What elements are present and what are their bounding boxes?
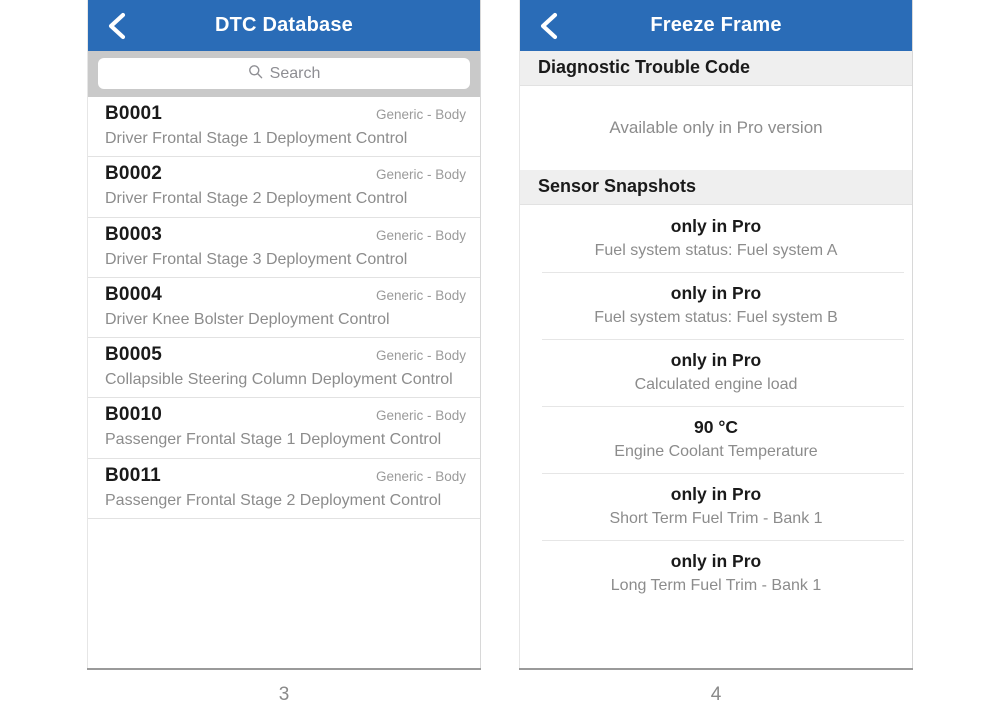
list-item[interactable]: only in Pro Fuel system status: Fuel sys… (520, 205, 912, 272)
search-icon (248, 64, 263, 84)
sensor-value: only in Pro (670, 484, 762, 504)
sensor-value: only in Pro (670, 350, 762, 370)
dtc-row-header: B0001 Generic - Body (105, 103, 466, 125)
dtc-description: Driver Frontal Stage 1 Deployment Contro… (105, 130, 408, 147)
dtc-row-header: B0004 Generic - Body (105, 284, 466, 306)
freeze-frame-navbar: Freeze Frame (520, 0, 912, 51)
sensor-label: Fuel system status: Fuel system A (594, 242, 838, 259)
dtc-description: Driver Frontal Stage 3 Deployment Contro… (105, 250, 408, 268)
list-item[interactable]: 90 °C Engine Coolant Temperature (520, 406, 912, 473)
sensor-value: 90 °C (694, 417, 738, 437)
table-row[interactable]: B0011 Generic - Body Passenger Frontal S… (88, 459, 480, 519)
sensor-label: Calculated engine load (634, 376, 798, 393)
back-button-freeze-frame[interactable] (532, 9, 566, 43)
dtc-category: Generic - Body (375, 287, 466, 303)
sensor-value: only in Pro (670, 216, 762, 236)
left-panel-baseline (87, 668, 481, 670)
table-row[interactable]: B0010 Generic - Body Passenger Frontal S… (88, 398, 480, 459)
dtc-category: Generic - Body (375, 107, 466, 122)
dtc-category: Generic - Body (375, 167, 466, 183)
freeze-frame-screen: Freeze Frame Diagnostic Trouble Code Ava… (519, 0, 913, 670)
dtc-category: Generic - Body (375, 468, 466, 484)
list-item[interactable]: only in Pro Calculated engine load (520, 339, 912, 406)
page-number-left: 3 (278, 684, 290, 705)
dtc-database-screen: DTC Database Search B0001 Generic - Body… (87, 0, 481, 670)
section-header-sensor-snapshots: Sensor Snapshots (520, 170, 912, 205)
dtc-code: B0001 (105, 103, 162, 124)
dtc-category: Generic - Body (375, 227, 466, 243)
dtc-page-title: DTC Database (215, 14, 353, 36)
pro-version-notice: Available only in Pro version (520, 86, 912, 170)
right-panel-baseline (519, 668, 913, 670)
dtc-row-header: B0002 Generic - Body (105, 163, 466, 185)
dtc-description: Collapsible Steering Column Deployment C… (105, 371, 453, 389)
sensor-snapshot-list[interactable]: only in Pro Fuel system status: Fuel sys… (520, 205, 912, 607)
dtc-description: Driver Knee Bolster Deployment Control (105, 310, 390, 328)
page-number-right: 4 (710, 684, 722, 705)
dtc-code: B0011 (105, 464, 161, 486)
list-item[interactable]: only in Pro Fuel system status: Fuel sys… (520, 272, 912, 339)
dtc-category: Generic - Body (375, 348, 466, 364)
table-row[interactable]: B0005 Generic - Body Collapsible Steerin… (88, 338, 480, 399)
dtc-list[interactable]: B0001 Generic - Body Driver Frontal Stag… (88, 97, 480, 519)
dtc-description: Passenger Frontal Stage 2 Deployment Con… (105, 491, 442, 509)
list-item[interactable]: only in Pro Short Term Fuel Trim - Bank … (520, 473, 912, 540)
dtc-description: Passenger Frontal Stage 1 Deployment Con… (105, 431, 442, 449)
list-item[interactable]: only in Pro Long Term Fuel Trim - Bank 1 (520, 540, 912, 607)
search-placeholder-text: Search (269, 64, 321, 82)
dtc-row-header: B0011 Generic - Body (105, 465, 466, 487)
dtc-row-header: B0003 Generic - Body (105, 224, 466, 246)
chevron-left-icon (107, 11, 127, 41)
search-bar-container: Search (88, 51, 480, 97)
dtc-category: Generic - Body (375, 408, 466, 424)
sensor-label: Long Term Fuel Trim - Bank 1 (610, 577, 822, 594)
dtc-row-header: B0010 Generic - Body (105, 404, 466, 426)
sensor-label: Engine Coolant Temperature (614, 443, 818, 460)
dtc-code: B0010 (105, 404, 162, 426)
table-row[interactable]: B0004 Generic - Body Driver Knee Bolster… (88, 278, 480, 339)
sensor-value: only in Pro (670, 283, 762, 303)
dtc-code: B0002 (105, 163, 162, 185)
dtc-description: Driver Frontal Stage 2 Deployment Contro… (105, 190, 408, 208)
dtc-code: B0003 (105, 223, 162, 245)
sensor-label: Fuel system status: Fuel system B (594, 309, 838, 326)
dtc-row-header: B0005 Generic - Body (105, 344, 466, 366)
section-header-diagnostic-trouble-code: Diagnostic Trouble Code (520, 51, 912, 86)
sensor-value: only in Pro (670, 551, 762, 571)
dtc-navbar: DTC Database (88, 0, 480, 51)
back-button-dtc[interactable] (100, 9, 134, 43)
table-row[interactable]: B0002 Generic - Body Driver Frontal Stag… (88, 157, 480, 218)
table-row[interactable]: B0003 Generic - Body Driver Frontal Stag… (88, 218, 480, 278)
table-row[interactable]: B0001 Generic - Body Driver Frontal Stag… (88, 97, 480, 158)
search-input[interactable]: Search (98, 58, 470, 89)
chevron-left-icon (539, 11, 559, 41)
freeze-frame-page-title: Freeze Frame (650, 14, 782, 36)
dtc-code: B0004 (105, 283, 162, 305)
sensor-label: Short Term Fuel Trim - Bank 1 (609, 510, 823, 527)
dtc-code: B0005 (105, 344, 162, 366)
